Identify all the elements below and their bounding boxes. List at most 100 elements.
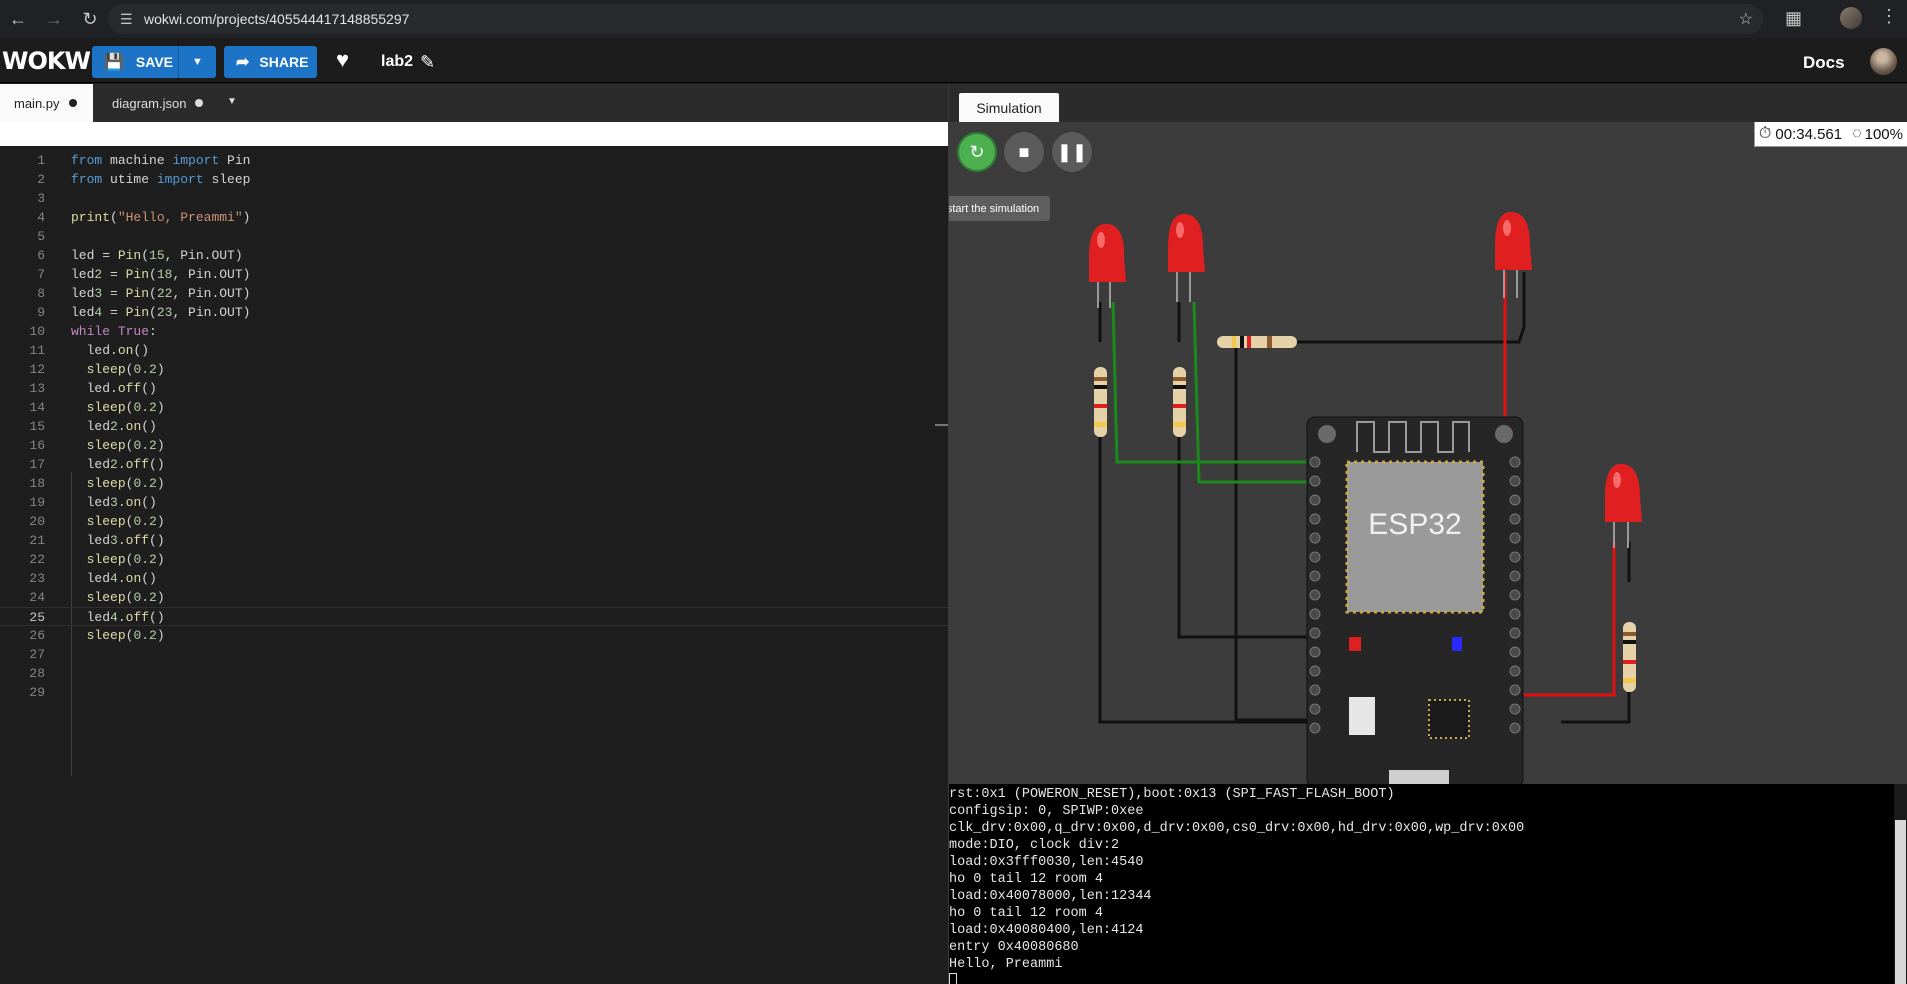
code-text[interactable]: sleep(0.2)	[71, 626, 165, 645]
gpio-pin[interactable]	[1509, 684, 1521, 696]
gpio-pin[interactable]	[1509, 513, 1521, 525]
gpio-pin[interactable]	[1309, 475, 1321, 487]
code-text[interactable]: print("Hello, Preammi")	[71, 208, 250, 227]
led-2[interactable]	[1168, 213, 1205, 302]
gpio-pin[interactable]	[1309, 722, 1321, 734]
code-line[interactable]: 6 led = Pin(15, Pin.OUT)	[0, 246, 948, 265]
heart-icon[interactable]: ♥	[336, 47, 349, 73]
gpio-pin[interactable]	[1509, 665, 1521, 677]
led-4[interactable]	[1605, 463, 1642, 548]
code-text[interactable]: led3 = Pin(22, Pin.OUT)	[71, 284, 250, 303]
pencil-icon[interactable]: ✎	[420, 52, 435, 73]
code-line[interactable]: 23 led4.on()	[0, 569, 948, 588]
address-bar[interactable]: ☰ wokwi.com/projects/405544417148855297 …	[108, 4, 1763, 34]
code-line[interactable]: 10 while True:	[0, 322, 948, 341]
resistor-vertical-1[interactable]	[1094, 367, 1107, 437]
gpio-pin[interactable]	[1309, 456, 1321, 468]
tab-diagram-json[interactable]: diagram.json	[98, 84, 216, 122]
code-text[interactable]: led.on()	[71, 341, 149, 360]
code-line[interactable]: 2 from utime import sleep	[0, 170, 948, 189]
serial-monitor[interactable]: rst:0x1 (POWERON_RESET),boot:0x13 (SPI_F…	[949, 784, 1907, 984]
led-3[interactable]	[1495, 211, 1532, 298]
code-text[interactable]: led2.on()	[71, 417, 157, 436]
gpio-pin[interactable]	[1309, 570, 1321, 582]
wokwi-logo[interactable]: WOKWI	[2, 47, 99, 75]
code-text[interactable]: sleep(0.2)	[71, 474, 165, 493]
led-1[interactable]	[1089, 223, 1126, 308]
gpio-pin[interactable]	[1309, 589, 1321, 601]
reload-icon[interactable]: ↻	[72, 0, 108, 38]
url-text[interactable]: wokwi.com/projects/405544417148855297	[144, 11, 409, 27]
serial-input-cursor[interactable]	[949, 973, 957, 984]
code-line[interactable]: 16 sleep(0.2)	[0, 436, 948, 455]
code-editor[interactable]: 1 from machine import Pin 2 from utime impo…	[0, 146, 948, 984]
gpio-pin[interactable]	[1309, 627, 1321, 639]
tab-main-py[interactable]: main.py	[0, 84, 93, 122]
simulation-canvas[interactable]: ESP32 ↻ Restart the simulation ■ ❚❚ ⏱ 00…	[949, 122, 1907, 784]
code-line[interactable]: 17 led2.off()	[0, 455, 948, 474]
code-line[interactable]: 19 led3.on()	[0, 493, 948, 512]
code-text[interactable]: from utime import sleep	[71, 170, 250, 189]
gpio-pin[interactable]	[1309, 494, 1321, 506]
gpio-pin[interactable]	[1309, 608, 1321, 620]
code-line[interactable]: 14 sleep(0.2)	[0, 398, 948, 417]
code-line[interactable]: 22 sleep(0.2)	[0, 550, 948, 569]
docs-link[interactable]: Docs	[1803, 53, 1845, 73]
circuit-diagram[interactable]	[949, 122, 1907, 784]
code-line[interactable]: 20 sleep(0.2)	[0, 512, 948, 531]
gpio-pin[interactable]	[1309, 665, 1321, 677]
esp32-board[interactable]	[1306, 416, 1524, 784]
code-text[interactable]: while True:	[71, 322, 157, 341]
code-line[interactable]: 28	[0, 664, 948, 683]
stop-simulation-button[interactable]: ■	[1004, 132, 1044, 172]
user-avatar[interactable]	[1870, 48, 1897, 75]
code-line[interactable]: 27	[0, 645, 948, 664]
extensions-icon[interactable]: ▦	[1785, 8, 1802, 29]
gpio-pin[interactable]	[1509, 608, 1521, 620]
code-text[interactable]: sleep(0.2)	[71, 360, 165, 379]
code-text[interactable]: led = Pin(15, Pin.OUT)	[71, 246, 243, 265]
code-line[interactable]: 26 sleep(0.2)	[0, 626, 948, 645]
tab-menu-caret-icon[interactable]: ▼	[227, 96, 237, 107]
code-text[interactable]: led2.off()	[71, 455, 165, 474]
gpio-pin[interactable]	[1509, 646, 1521, 658]
code-line[interactable]: 1 from machine import Pin	[0, 151, 948, 170]
gpio-pin[interactable]	[1509, 475, 1521, 487]
code-text[interactable]: led2 = Pin(18, Pin.OUT)	[71, 265, 250, 284]
code-line[interactable]: 24 sleep(0.2)	[0, 588, 948, 607]
code-line[interactable]: 9 led4 = Pin(23, Pin.OUT)	[0, 303, 948, 322]
code-line[interactable]: 11 led.on()	[0, 341, 948, 360]
code-line[interactable]: 7 led2 = Pin(18, Pin.OUT)	[0, 265, 948, 284]
gpio-pin[interactable]	[1309, 513, 1321, 525]
code-text[interactable]: led3.off()	[71, 531, 165, 550]
code-text[interactable]: from machine import Pin	[71, 151, 250, 170]
gpio-pin[interactable]	[1509, 456, 1521, 468]
project-name[interactable]: lab2	[381, 53, 413, 71]
code-line[interactable]: 25 led4.off()	[0, 607, 948, 626]
resistor-vertical-3[interactable]	[1623, 622, 1636, 692]
gpio-pin[interactable]	[1509, 589, 1521, 601]
code-text[interactable]: led.off()	[71, 379, 157, 398]
gpio-pin[interactable]	[1309, 684, 1321, 696]
site-settings-icon[interactable]: ☰	[120, 11, 133, 28]
splitter-handle[interactable]	[935, 424, 948, 426]
code-line[interactable]: 5	[0, 227, 948, 246]
gpio-pin[interactable]	[1509, 627, 1521, 639]
gpio-pin[interactable]	[1309, 646, 1321, 658]
code-text[interactable]: sleep(0.2)	[71, 512, 165, 531]
code-line[interactable]: 12 sleep(0.2)	[0, 360, 948, 379]
code-text[interactable]: sleep(0.2)	[71, 550, 165, 569]
save-dropdown-button[interactable]: ▼	[178, 46, 216, 78]
serial-scrollbar-thumb[interactable]	[1895, 820, 1906, 984]
code-line[interactable]: 18 sleep(0.2)	[0, 474, 948, 493]
tab-simulation[interactable]: Simulation	[959, 93, 1059, 122]
save-button[interactable]: 💾 SAVE	[92, 52, 178, 72]
code-line[interactable]: 3	[0, 189, 948, 208]
browser-profile-avatar[interactable]	[1840, 7, 1862, 29]
resistor-horizontal[interactable]	[1217, 336, 1297, 348]
code-line[interactable]: 4 print("Hello, Preammi")	[0, 208, 948, 227]
code-line[interactable]: 13 led.off()	[0, 379, 948, 398]
gpio-pin[interactable]	[1309, 532, 1321, 544]
code-line[interactable]: 21 led3.off()	[0, 531, 948, 550]
back-icon[interactable]: ←	[0, 0, 36, 38]
